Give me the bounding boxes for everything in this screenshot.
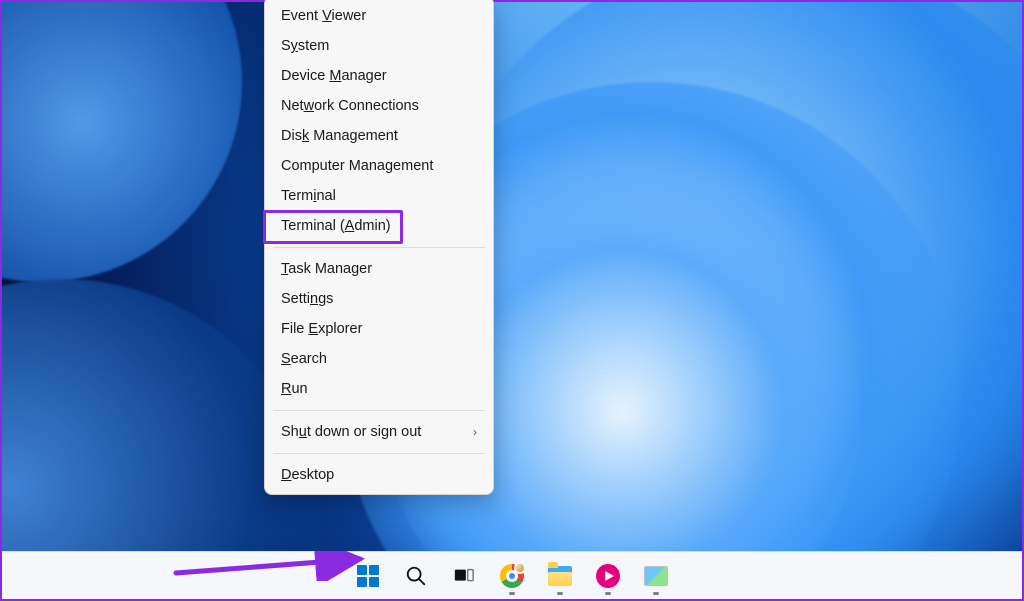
menu-item-search[interactable]: Search — [265, 344, 493, 374]
menu-item-label: Run — [281, 381, 308, 397]
menu-item-label: Search — [281, 351, 327, 367]
task-view-button[interactable] — [444, 556, 484, 596]
menu-item-settings[interactable]: Settings — [265, 284, 493, 314]
menu-item-label: Network Connections — [281, 98, 419, 114]
taskbar — [2, 551, 1022, 599]
profile-badge-icon — [514, 562, 526, 574]
menu-item-label: System — [281, 38, 329, 54]
menu-item-computer-management[interactable]: Computer Management — [265, 151, 493, 181]
menu-item-system[interactable]: System — [265, 31, 493, 61]
menu-item-shut-down-or-sign-out[interactable]: Shut down or sign out › — [265, 417, 493, 447]
control-panel-button[interactable] — [636, 556, 676, 596]
menu-item-label: Desktop — [281, 467, 334, 483]
windows-logo-icon — [357, 565, 379, 587]
menu-item-task-manager[interactable]: Task Manager — [265, 254, 493, 284]
start-button[interactable] — [348, 556, 388, 596]
menu-item-label: Terminal (Admin) — [281, 218, 391, 234]
menu-separator — [273, 453, 485, 454]
menu-item-label: Device Manager — [281, 68, 387, 84]
menu-item-label: Computer Management — [281, 158, 433, 174]
menu-item-run[interactable]: Run — [265, 374, 493, 404]
menu-separator — [273, 247, 485, 248]
menu-item-network-connections[interactable]: Network Connections — [265, 91, 493, 121]
file-explorer-button[interactable] — [540, 556, 580, 596]
menu-item-device-manager[interactable]: Device Manager — [265, 61, 493, 91]
chrome-button[interactable] — [492, 556, 532, 596]
task-view-icon — [453, 565, 475, 587]
magnifier-icon — [405, 565, 427, 587]
power-user-menu: Event Viewer System Device Manager Network … — [264, 0, 494, 495]
menu-separator — [273, 410, 485, 411]
search-button[interactable] — [396, 556, 436, 596]
menu-item-event-viewer[interactable]: Event Viewer — [265, 1, 493, 31]
menu-item-label: Settings — [281, 291, 333, 307]
control-panel-icon — [644, 566, 668, 586]
menu-item-label: Task Manager — [281, 261, 372, 277]
media-app-button[interactable] — [588, 556, 628, 596]
menu-item-desktop[interactable]: Desktop — [265, 460, 493, 490]
menu-item-terminal[interactable]: Terminal — [265, 181, 493, 211]
play-circle-icon — [596, 564, 620, 588]
menu-item-disk-management[interactable]: Disk Management — [265, 121, 493, 151]
menu-item-label: File Explorer — [281, 321, 362, 337]
chevron-right-icon: › — [473, 425, 477, 439]
menu-item-label: Terminal — [281, 188, 336, 204]
chrome-icon — [500, 564, 524, 588]
menu-item-label: Disk Management — [281, 128, 398, 144]
desktop-wallpaper — [2, 2, 1022, 599]
menu-item-terminal-admin[interactable]: Terminal (Admin) — [265, 211, 493, 241]
menu-item-file-explorer[interactable]: File Explorer — [265, 314, 493, 344]
menu-item-label: Shut down or sign out — [281, 424, 421, 440]
menu-item-label: Event Viewer — [281, 8, 366, 24]
folder-icon — [548, 566, 572, 586]
